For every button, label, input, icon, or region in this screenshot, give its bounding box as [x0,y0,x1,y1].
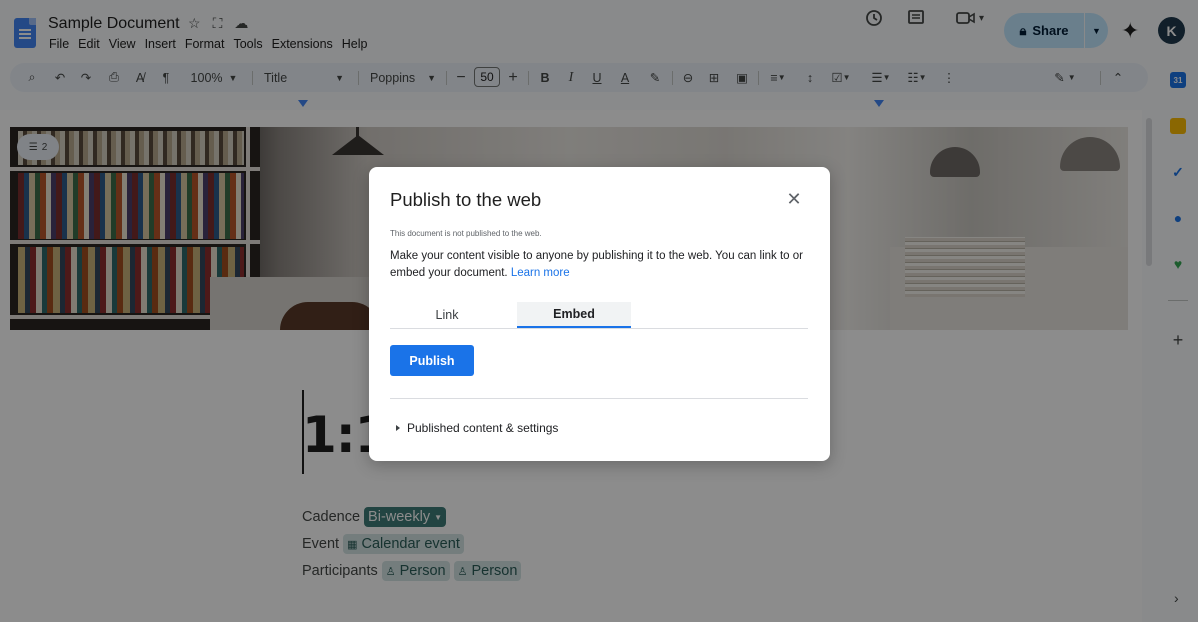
settings-label: Published content & settings [407,421,559,435]
tab-link[interactable]: Link [390,302,504,328]
publish-button[interactable]: Publish [390,345,474,376]
published-settings-toggle[interactable]: Published content & settings [396,421,558,435]
publish-status-text: This document is not published to the we… [390,229,542,238]
dialog-title: Publish to the web [390,189,542,210]
publish-to-web-dialog: Publish to the web ✕ This document is no… [369,167,830,461]
tab-embed[interactable]: Embed [517,302,631,328]
publish-tabs: Link Embed [390,302,808,329]
description-text: Make your content visible to anyone by p… [390,250,803,279]
close-icon[interactable]: ✕ [784,189,804,209]
dialog-description: Make your content visible to anyone by p… [390,248,810,282]
divider [390,398,808,399]
caret-right-icon [396,425,400,431]
learn-more-link[interactable]: Learn more [511,267,570,279]
